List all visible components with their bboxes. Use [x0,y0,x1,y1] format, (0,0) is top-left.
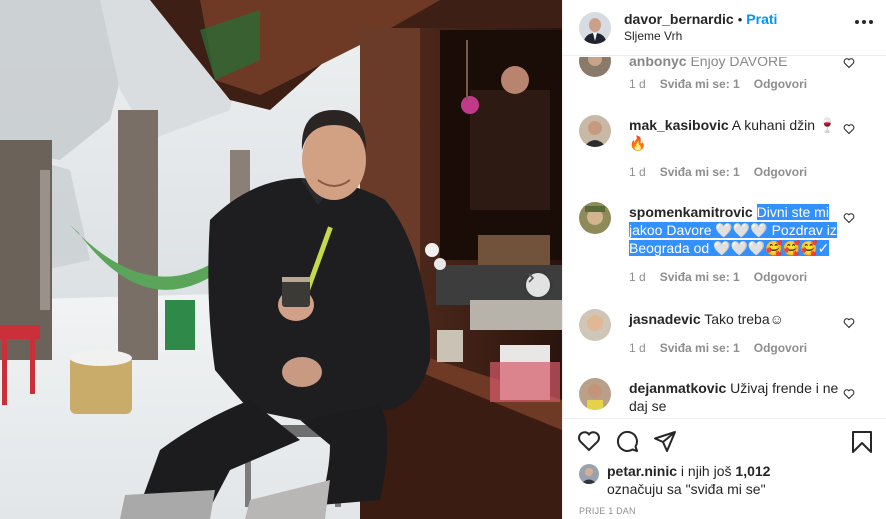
comment-username[interactable]: anbonyc [629,57,687,69]
photo-illustration [0,0,562,519]
bookmark-icon [852,431,872,453]
instagram-post-view: davor_bernardic • Prati Sljeme Vrh anbon… [0,0,886,519]
more-options-icon[interactable] [855,20,873,24]
like-button[interactable] [577,429,601,453]
comment-meta: 1 d Sviđa mi se: 1 Odgovori [629,270,807,284]
post-action-bar [563,418,886,462]
comment-meta: 1 d Sviđa mi se: 1 Odgovori [629,341,807,355]
comment-text: jasnadevic Tako treba☺ [629,310,839,328]
comment-username[interactable]: jasnadevic [629,311,701,327]
comment-item: dejanmatkovic Uživaj frende i ne daj se [579,378,875,418]
likes-line: petar.ninic i njih još 1,012 [607,462,770,480]
comment-username[interactable]: mak_kasibovic [629,117,729,133]
next-photo-button[interactable] [526,273,550,297]
comment-username[interactable]: spomenkamitrovic [629,204,753,220]
heart-icon [578,430,600,451]
comment-likes[interactable]: Sviđa mi se: 1 [660,270,740,284]
comment-likes[interactable]: Sviđa mi se: 1 [660,77,740,91]
post-date[interactable]: PRIJE 1 DAN [579,506,636,516]
comment-body: Enjoy DAVORE [690,57,788,69]
liker-avatar-image [579,464,599,484]
comment-text: anbonyc Enjoy DAVORE [629,57,839,70]
heart-icon[interactable] [843,317,855,329]
chevron-right-icon [528,273,535,283]
author-avatar-image [579,11,611,44]
post-side-panel: davor_bernardic • Prati Sljeme Vrh anbon… [562,0,886,519]
comment-icon [616,430,638,452]
follow-button[interactable]: Prati [746,11,777,28]
heart-icon[interactable] [843,123,855,135]
reply-button[interactable]: Odgovori [754,341,807,355]
heart-icon[interactable] [843,57,855,69]
commenter-avatar[interactable] [579,378,611,410]
comment-likes[interactable]: Sviđa mi se: 1 [660,165,740,179]
post-photo[interactable] [0,0,562,519]
author-avatar[interactable] [579,11,611,44]
comment-item: anbonyc Enjoy DAVORE 1 d Sviđa mi se: 1 … [579,57,875,105]
likes-count[interactable]: 1,012 [735,463,770,479]
comment-time[interactable]: 1 d [629,270,646,284]
comment-time[interactable]: 1 d [629,341,646,355]
comment-meta: 1 d Sviđa mi se: 1 Odgovori [629,77,807,91]
likes-suffix: označuju sa "sviđa mi se" [607,481,766,497]
commenter-avatar-image [579,115,611,147]
comment-meta: 1 d Sviđa mi se: 1 Odgovori [629,165,807,179]
comment-time[interactable]: 1 d [629,77,646,91]
save-button[interactable] [851,430,873,457]
separator-dot: • [737,11,743,27]
reply-button[interactable]: Odgovori [754,77,807,91]
comment-text: mak_kasibovic A kuhani džin 🍷🔥 [629,116,839,152]
author-username[interactable]: davor_bernardic [624,11,734,28]
reply-button[interactable]: Odgovori [754,270,807,284]
commenter-avatar-image [579,309,611,341]
comment-text: dejanmatkovic Uživaj frende i ne daj se [629,379,839,415]
comment-item: mak_kasibovic A kuhani džin 🍷🔥 1 d Sviđa… [579,115,875,185]
heart-icon[interactable] [843,388,855,400]
share-icon [654,430,676,452]
comment-text: spomenkamitrovic Divni ste mi jakoo Davo… [629,203,839,257]
comment-username[interactable]: dejanmatkovic [629,380,726,396]
commenter-avatar[interactable] [579,202,611,234]
reply-button[interactable]: Odgovori [754,165,807,179]
heart-icon[interactable] [843,212,855,224]
comment-likes[interactable]: Sviđa mi se: 1 [660,341,740,355]
liker-username[interactable]: petar.ninic [607,463,677,479]
comment-item: spomenkamitrovic Divni ste mi jakoo Davo… [579,202,875,292]
comment-item: jasnadevic Tako treba☺ 1 d Sviđa mi se: … [579,309,875,369]
likes-connector: i njih još [680,463,732,479]
liker-avatar[interactable] [579,464,599,484]
commenter-avatar[interactable] [579,57,611,77]
comment-time[interactable]: 1 d [629,165,646,179]
commenter-avatar-image [579,202,611,234]
comments-list[interactable]: anbonyc Enjoy DAVORE 1 d Sviđa mi se: 1 … [563,57,886,418]
commenter-avatar-image [579,57,611,77]
comment-button[interactable] [615,429,639,453]
post-location[interactable]: Sljeme Vrh [624,28,777,45]
post-header: davor_bernardic • Prati Sljeme Vrh [563,0,886,56]
commenter-avatar[interactable] [579,115,611,147]
share-button[interactable] [653,429,677,453]
commenter-avatar-image [579,378,611,410]
comment-body: Tako treba☺ [704,311,784,327]
commenter-avatar[interactable] [579,309,611,341]
